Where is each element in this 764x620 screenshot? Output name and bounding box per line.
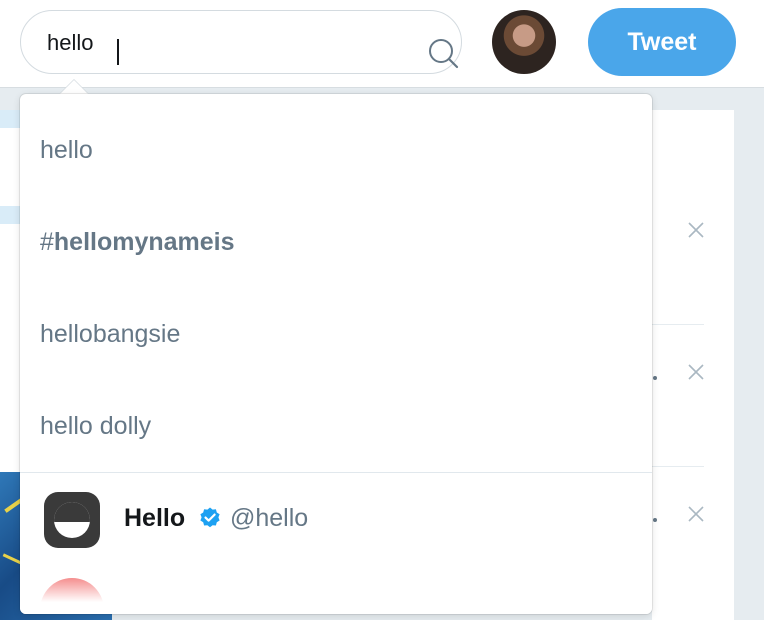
user-avatar (44, 492, 100, 548)
close-icon[interactable] (686, 220, 706, 240)
highlight-line (0, 206, 20, 224)
dropdown-caret (60, 80, 88, 94)
search-icon[interactable] (425, 35, 461, 71)
panel-divider (652, 466, 704, 467)
suggestion-text: hello (40, 135, 93, 164)
suggestion-hash: # (40, 227, 54, 256)
search-box[interactable] (20, 10, 462, 74)
scroll-fade (20, 574, 652, 614)
text-caret (117, 39, 119, 65)
suggestion-item[interactable]: hello (20, 104, 652, 196)
dropdown-divider (20, 472, 652, 473)
verified-badge-icon (200, 507, 220, 528)
suggestion-item[interactable]: # hellomynameis (20, 196, 652, 288)
user-avatar[interactable] (492, 10, 556, 74)
user-handle: @hello (230, 504, 309, 532)
panel-divider (652, 324, 704, 325)
ellipsis-dot (653, 376, 657, 380)
suggestion-text: hello dolly (40, 411, 152, 440)
close-icon[interactable] (686, 362, 706, 382)
suggestion-text: hellobangsie (40, 319, 181, 348)
user-suggestion-item[interactable]: Hello @hello (20, 474, 652, 566)
logo-face (54, 502, 90, 538)
highlight-line (0, 110, 20, 128)
suggestion-text: hellomynameis (53, 227, 235, 256)
suggestion-item[interactable]: hello dolly (20, 380, 652, 472)
ellipsis-dot (653, 518, 657, 522)
top-navigation-bar: Tweet (0, 0, 764, 88)
user-name: Hello (124, 504, 186, 532)
twitter-page: Tweet hello #hellomynameis hellobangsie … (0, 0, 764, 620)
search-input[interactable] (47, 27, 387, 59)
search-suggestions-dropdown: hello # hellomynameis hellobangsie hello … (20, 94, 652, 614)
close-icon[interactable] (686, 504, 706, 524)
tweet-button[interactable]: Tweet (588, 8, 736, 76)
suggestion-item[interactable]: hellobangsie (20, 288, 652, 380)
